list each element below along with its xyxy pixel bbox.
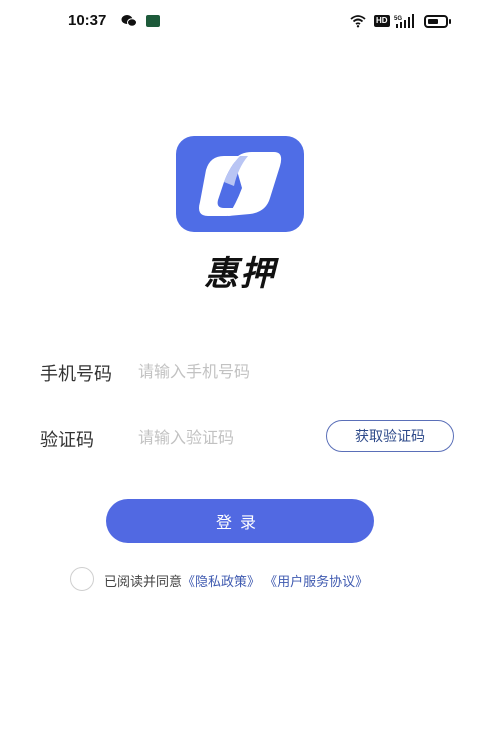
wechat-icon bbox=[121, 15, 137, 27]
app-notification-icon bbox=[146, 15, 160, 27]
battery-icon bbox=[424, 15, 451, 28]
agree-checkbox[interactable] bbox=[70, 567, 94, 591]
battery-fill bbox=[428, 19, 438, 24]
code-row: 验证码 获取验证码 bbox=[30, 408, 454, 466]
privacy-policy-link[interactable]: 《隐私政策》 bbox=[182, 575, 260, 590]
logo-s-icon bbox=[199, 152, 282, 216]
wifi-icon bbox=[350, 15, 366, 28]
phone-input[interactable] bbox=[138, 356, 428, 386]
status-time: 10:37 bbox=[68, 12, 107, 29]
code-label: 验证码 bbox=[40, 430, 94, 451]
phone-label: 手机号码 bbox=[40, 364, 112, 385]
app-name: 惠押 bbox=[204, 254, 276, 294]
app-logo bbox=[176, 136, 304, 232]
hd-icon: HD bbox=[374, 15, 390, 27]
login-button[interactable]: 登录 bbox=[106, 499, 374, 543]
phone-row: 手机号码 bbox=[30, 342, 450, 400]
agreement: 已阅读并同意《隐私政策》 《用户服务协议》 bbox=[68, 566, 448, 592]
code-input[interactable] bbox=[138, 422, 318, 452]
agreement-text: 已阅读并同意《隐私政策》 《用户服务协议》 bbox=[104, 571, 368, 590]
get-code-button[interactable]: 获取验证码 bbox=[326, 420, 454, 452]
signal-5g-icon: 5G bbox=[394, 14, 414, 28]
agreement-prefix: 已阅读并同意 bbox=[104, 575, 183, 590]
svg-text:5G: 5G bbox=[394, 16, 402, 22]
status-bar: 10:37 HD 5G bbox=[0, 0, 480, 44]
user-agreement-link[interactable]: 《用户服务协议》 bbox=[264, 575, 368, 590]
